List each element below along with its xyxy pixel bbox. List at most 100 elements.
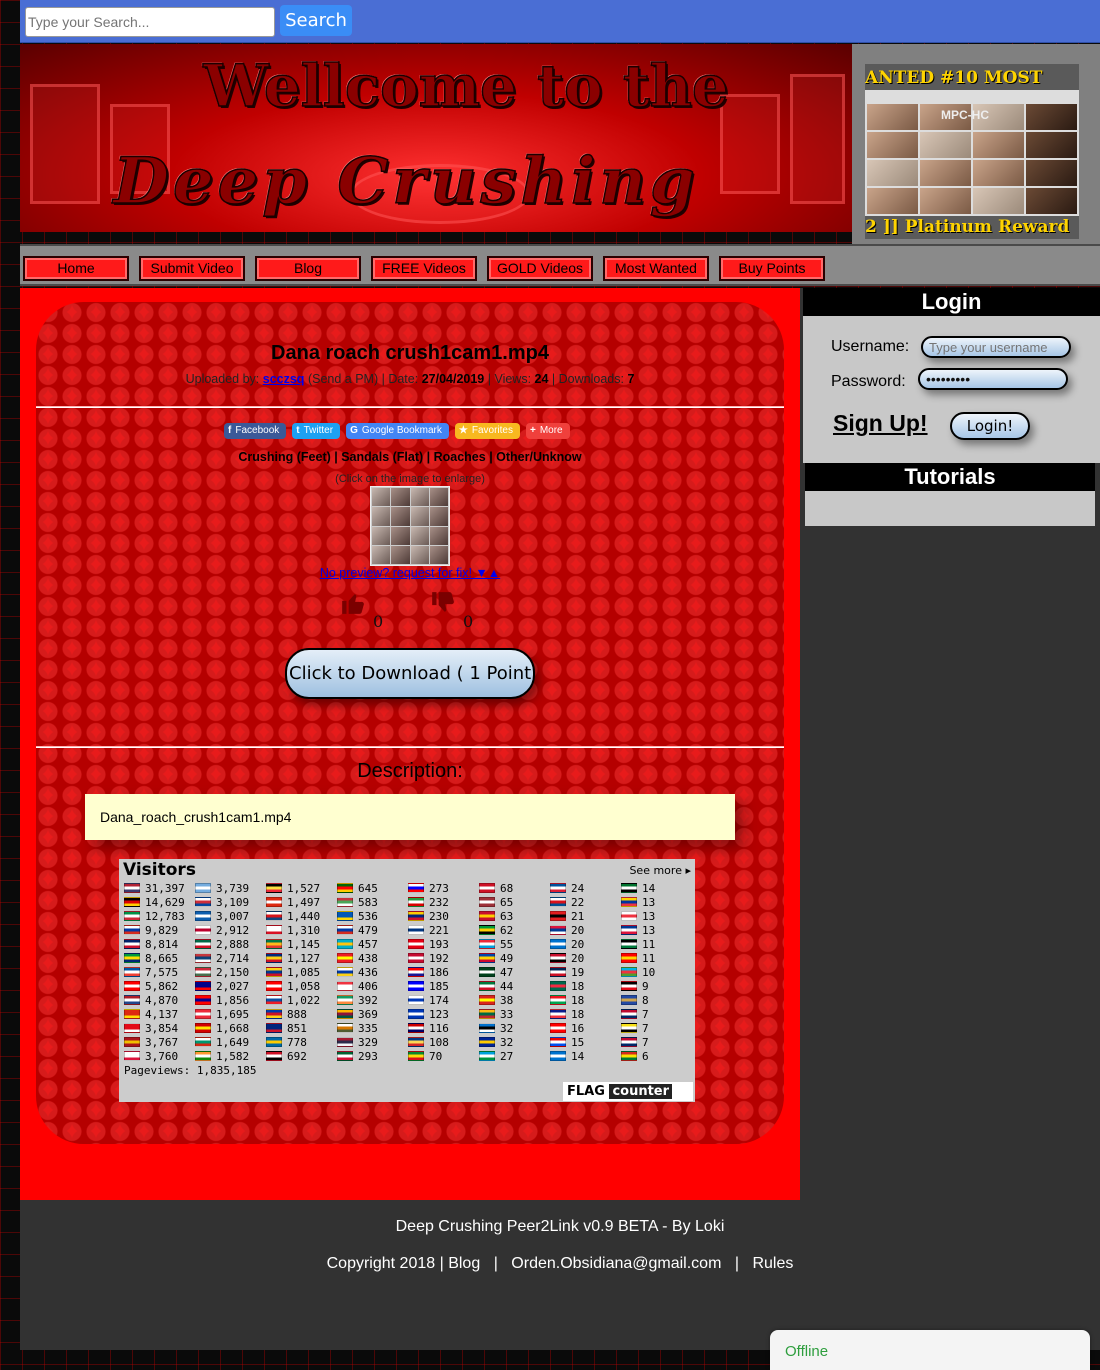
chat-widget[interactable]: Offline xyxy=(770,1330,1090,1370)
visitor-row: 273 xyxy=(408,881,449,895)
send-pm-link[interactable]: (Send a PM) xyxy=(308,372,378,386)
thumbs-down-icon[interactable] xyxy=(430,590,456,623)
facebook-icon: f xyxy=(228,425,232,436)
visitor-row: 7 xyxy=(621,1035,655,1049)
visitor-count: 3,739 xyxy=(216,881,250,895)
flag-icon xyxy=(195,939,211,949)
visitor-count: 20 xyxy=(571,937,585,951)
visitor-row: 22 xyxy=(550,895,584,909)
flag-icon xyxy=(266,925,282,935)
caret-right-icon: ▸ xyxy=(685,864,691,877)
visitor-row: 329 xyxy=(337,1035,378,1049)
nav-home[interactable]: Home xyxy=(23,256,129,281)
thumbs-up-icon[interactable] xyxy=(340,590,366,623)
star-icon: ★ xyxy=(458,425,468,436)
visitor-count: 55 xyxy=(500,937,514,951)
visitor-row: 108 xyxy=(408,1035,449,1049)
visitor-row: 2,888 xyxy=(195,937,249,951)
dislike-count: 0 xyxy=(463,612,474,631)
copyright-text: Copyright 2018 | xyxy=(326,1255,444,1272)
visitor-count: 13 xyxy=(642,923,656,937)
flag-icon xyxy=(195,953,211,963)
search-bar: Search xyxy=(20,0,1100,43)
visitor-row: 10 xyxy=(621,965,655,979)
visitor-count: 232 xyxy=(429,895,449,909)
flag-icon xyxy=(337,1037,353,1047)
username-input[interactable] xyxy=(921,336,1071,358)
flag-icon xyxy=(124,939,140,949)
no-preview-link[interactable]: No preview? request for fix! ▼▲ xyxy=(36,566,784,580)
flag-icon xyxy=(621,925,637,935)
ad-banner[interactable]: ANTED #10 MOST MPC-HC 2 ]] Platinum Rewa… xyxy=(852,44,1100,244)
footer-blog-link[interactable]: Blog xyxy=(448,1255,480,1272)
flag-icon xyxy=(266,911,282,921)
username-label: Username: xyxy=(831,338,910,355)
signup-link[interactable]: Sign Up! xyxy=(833,410,928,437)
visitor-count: 1,145 xyxy=(287,937,321,951)
login-title: Login xyxy=(803,288,1100,316)
uploaded-by-label: Uploaded by: xyxy=(185,372,260,386)
nav-buy-points[interactable]: Buy Points xyxy=(719,256,825,281)
password-input[interactable] xyxy=(918,368,1068,390)
nav-submit-video[interactable]: Submit Video xyxy=(139,256,245,281)
flag-icon xyxy=(124,967,140,977)
search-input[interactable] xyxy=(25,7,275,37)
flag-counter-logo-counter: counter xyxy=(609,1084,673,1099)
visitor-count: 7 xyxy=(642,1035,649,1049)
flag-icon xyxy=(124,897,140,907)
visitor-row: 9,829 xyxy=(124,923,185,937)
ad-image[interactable]: ANTED #10 MOST MPC-HC 2 ]] Platinum Rewa… xyxy=(865,64,1079,239)
visitor-count: 335 xyxy=(358,1021,378,1035)
flag-counter-logo[interactable]: FLAG counter xyxy=(563,1082,693,1101)
flag-icon xyxy=(479,981,495,991)
preview-thumbnail[interactable] xyxy=(370,486,450,566)
visitor-row: 3,767 xyxy=(124,1035,185,1049)
flag-icon xyxy=(124,1037,140,1047)
see-more-link[interactable]: See more ▸ xyxy=(629,864,691,877)
search-button[interactable]: Search xyxy=(280,5,352,36)
flag-icon xyxy=(479,883,495,893)
ad-top-text: ANTED #10 MOST xyxy=(865,68,1043,88)
visitor-count: 1,856 xyxy=(216,993,250,1007)
visitor-row: 1,310 xyxy=(266,923,320,937)
flag-icon xyxy=(266,967,282,977)
share-more-button[interactable]: + More xyxy=(525,423,570,439)
flag-icon xyxy=(408,939,424,949)
flag-icon xyxy=(550,1023,566,1033)
footer-rules-link[interactable]: Rules xyxy=(752,1255,793,1272)
share-facebook-button[interactable]: f Facebook xyxy=(224,423,287,439)
login-button[interactable]: Login! xyxy=(950,412,1030,440)
visitor-count: 20 xyxy=(571,923,585,937)
nav-free-videos[interactable]: FREE Videos xyxy=(371,256,477,281)
flag-icon xyxy=(550,911,566,921)
download-button[interactable]: Click to Download ( 1 Point xyxy=(285,648,535,699)
flag-icon xyxy=(479,953,495,963)
visitor-count: 1,497 xyxy=(287,895,321,909)
visitor-row: 1,527 xyxy=(266,881,320,895)
visitor-row: 20 xyxy=(550,937,584,951)
visitor-row: 193 xyxy=(408,937,449,951)
flag-icon xyxy=(621,897,637,907)
flag-counter-widget[interactable]: Visitors See more ▸ 31,397 14,629 12,783 9,… xyxy=(119,859,695,1102)
share-google-bookmark-button[interactable]: G Google Bookmark xyxy=(346,423,449,439)
visitor-count: 6 xyxy=(642,1049,649,1063)
visitor-row: 31,397 xyxy=(124,881,185,895)
share-favorites-button[interactable]: ★ Favorites xyxy=(454,423,520,439)
footer-email-link[interactable]: Orden.Obsidiana@gmail.com xyxy=(511,1255,721,1272)
share-twitter-button[interactable]: t Twitter xyxy=(292,423,341,439)
visitor-column: 31,397 14,629 12,783 9,829 8,814 8,665 7,575 5,… xyxy=(124,881,185,1063)
visitor-row: 436 xyxy=(337,965,378,979)
flag-icon xyxy=(195,925,211,935)
flag-icon xyxy=(408,1009,424,1019)
nav-gold-videos[interactable]: GOLD Videos xyxy=(487,256,593,281)
nav-blog[interactable]: Blog xyxy=(255,256,361,281)
visitor-row: 888 xyxy=(266,1007,320,1021)
nav-most-wanted[interactable]: Most Wanted xyxy=(603,256,709,281)
visitor-count: 9 xyxy=(642,979,649,993)
visitor-row: 32 xyxy=(479,1021,513,1035)
uploader-link[interactable]: scczsq xyxy=(263,372,305,386)
visitor-count: 10 xyxy=(642,965,656,979)
visitor-row: 406 xyxy=(337,979,378,993)
flag-icon xyxy=(621,1051,637,1061)
visitor-count: 1,085 xyxy=(287,965,321,979)
